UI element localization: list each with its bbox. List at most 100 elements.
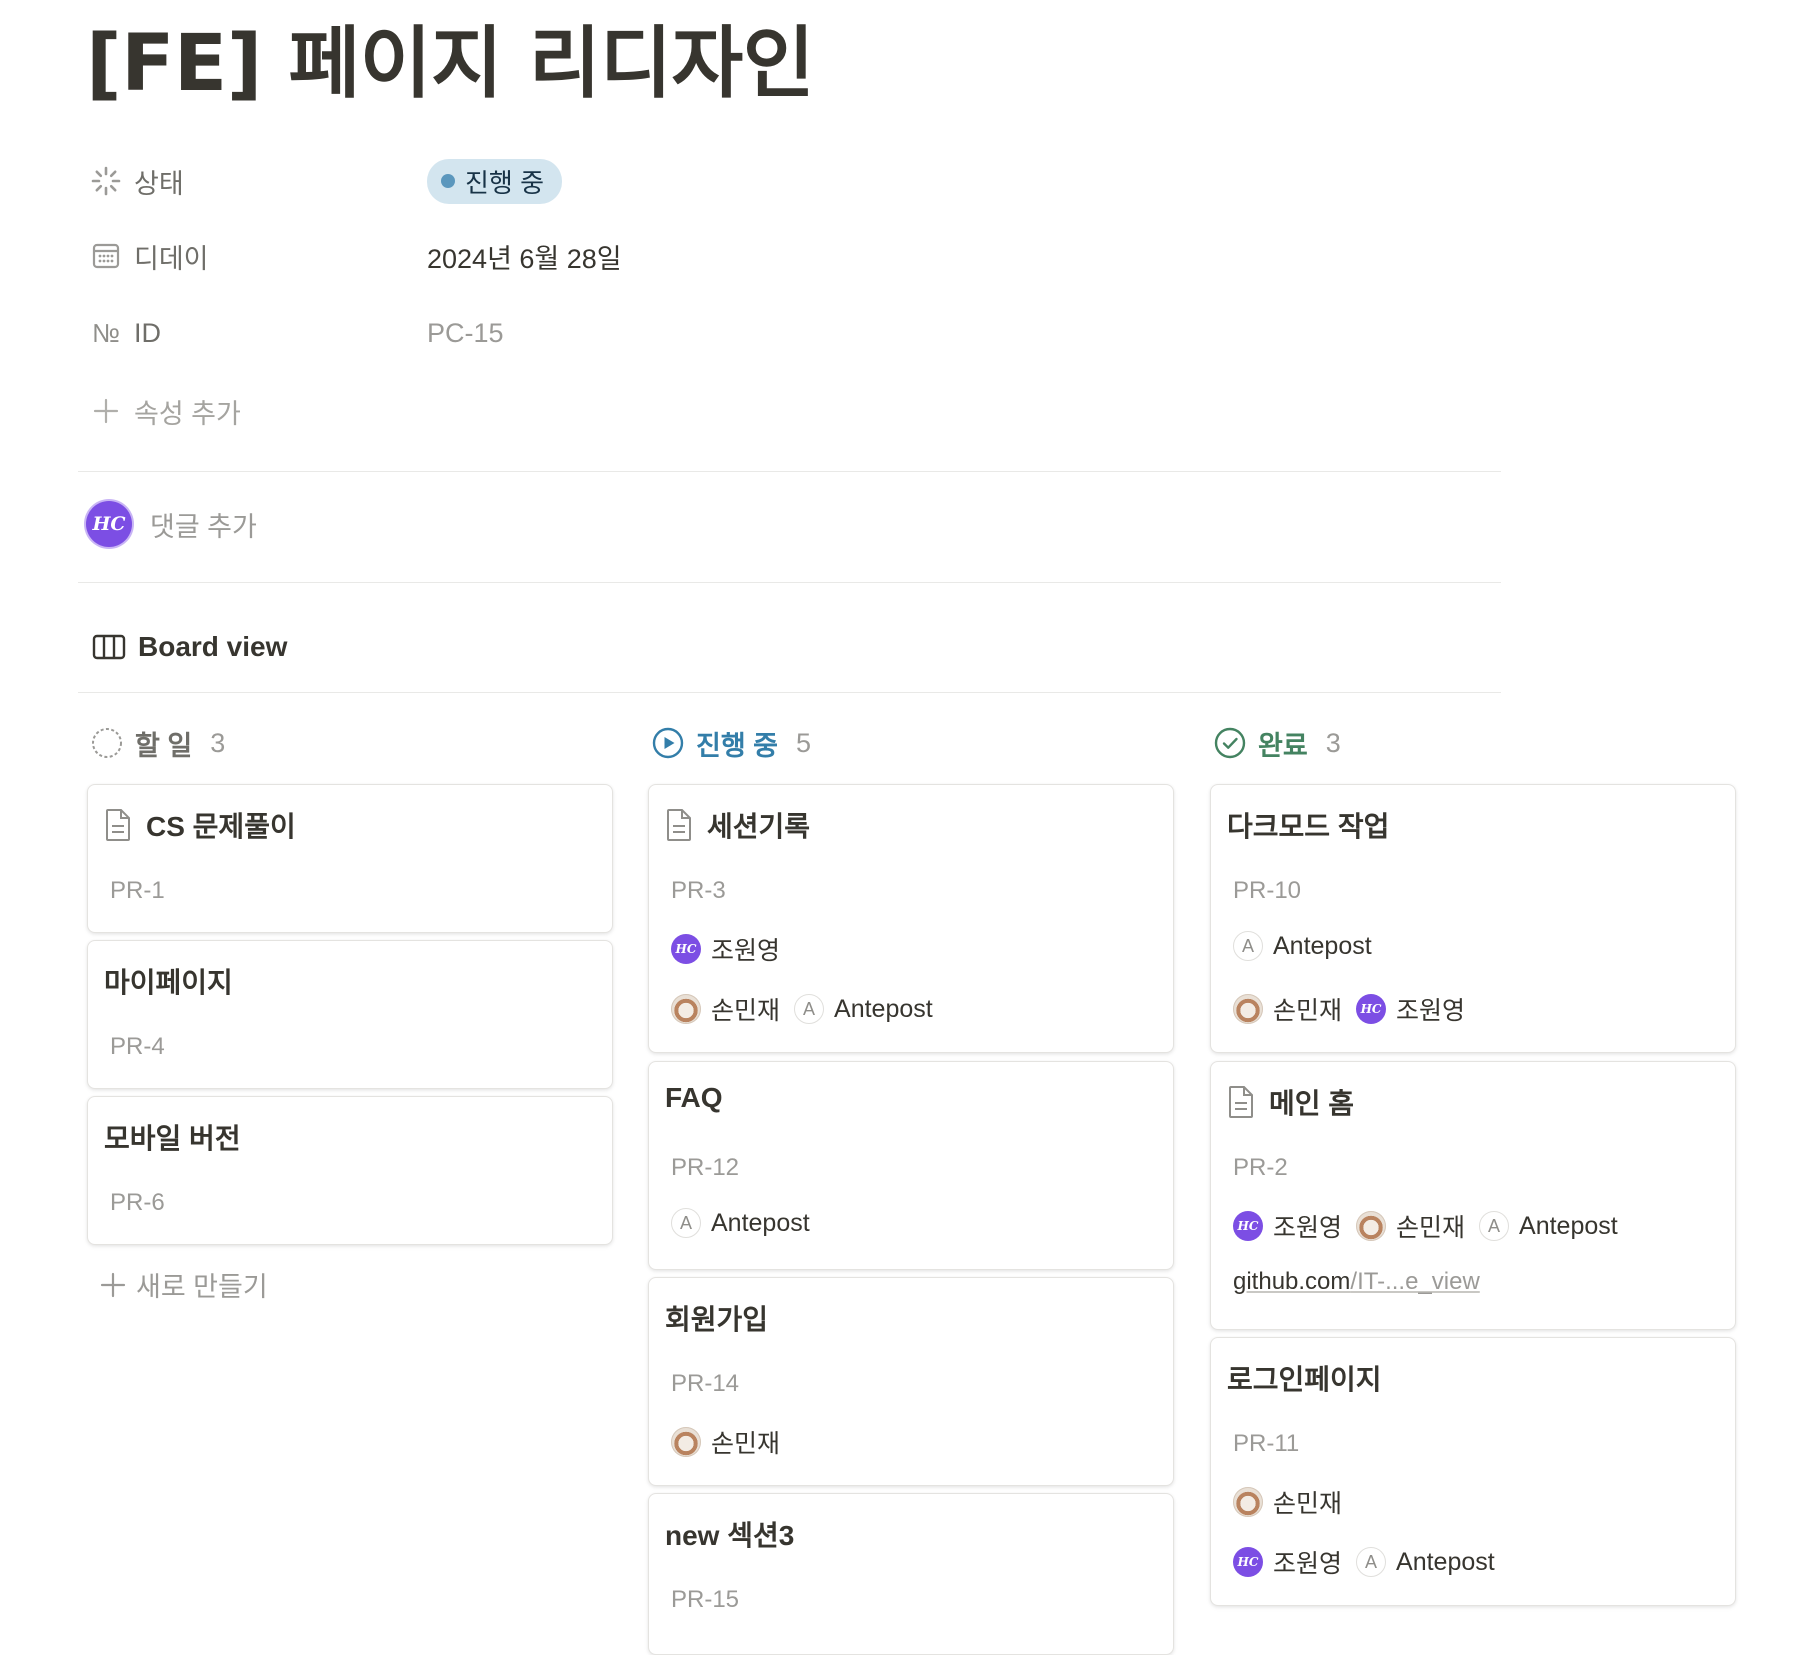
divider: [78, 692, 1501, 693]
column-count: 3: [1325, 727, 1341, 758]
card-id: PR-12: [671, 1154, 740, 1181]
person-chip[interactable]: 손민재: [1233, 991, 1342, 1027]
divider: [78, 471, 1501, 472]
card-title: FAQ: [665, 1082, 723, 1113]
column-name: 진행 중: [696, 730, 779, 761]
property-due-label: 디데이: [134, 243, 209, 274]
assignee-row: A Antepost: [671, 1208, 824, 1238]
column-header-done[interactable]: 완료 3: [1210, 718, 1736, 768]
card-id: PR-11: [1233, 1430, 1300, 1457]
property-due-row: 디데이 2024년 6월 28일: [86, 234, 1486, 278]
property-id-value: PC-15: [427, 317, 504, 348]
property-status-label: 상태: [134, 168, 184, 199]
person-chip[interactable]: HC 조원영: [1233, 1208, 1342, 1244]
person-chip[interactable]: A Antepost: [671, 1208, 810, 1238]
todo-circle-icon: [91, 727, 123, 759]
person-name: 손민재: [1273, 1490, 1343, 1518]
person-name: Antepost: [1273, 931, 1372, 960]
board-card[interactable]: 마이페이지 PR-4: [87, 940, 613, 1089]
person-chip[interactable]: A Antepost: [1479, 1211, 1618, 1241]
person-chip[interactable]: 손민재: [671, 1424, 780, 1460]
person-chip[interactable]: A Antepost: [794, 994, 933, 1024]
person-chip[interactable]: HC 조원영: [1356, 991, 1465, 1027]
property-id-row: № ID PC-15: [86, 311, 1486, 355]
status-dot-icon: [441, 174, 455, 188]
column-header-in-progress[interactable]: 진행 중 5: [648, 718, 1174, 768]
avatar: HC: [1356, 994, 1387, 1024]
board-card[interactable]: 메인 홈 PR-2 HC 조원영 손민재 A Antepost github.com…: [1210, 1061, 1736, 1330]
assignee-row: 손민재 HC 조원영: [1233, 991, 1479, 1027]
new-card-button[interactable]: 새로 만들기: [100, 1265, 268, 1304]
assignee-row: 손민재: [1233, 1484, 1356, 1520]
person-chip[interactable]: HC 조원영: [1233, 1544, 1342, 1580]
comment-row[interactable]: HC 댓글 추가: [86, 501, 257, 547]
play-circle-icon: [652, 727, 684, 759]
board-card[interactable]: 모바일 버전 PR-6: [87, 1096, 613, 1245]
board-column-todo: 할 일 3 CS 문제풀이 PR-1 마이페이지 PR-4 모바일 버전 PR-…: [87, 718, 613, 1245]
property-status-row: 상태 진행 중: [86, 158, 1486, 204]
person-name: Antepost: [711, 1208, 810, 1237]
board-card[interactable]: 세션기록 PR-3 HC 조원영 손민재 A Antepost: [648, 784, 1174, 1053]
property-status-value[interactable]: 진행 중: [427, 158, 562, 204]
card-id: PR-2: [1233, 1154, 1288, 1181]
board-card[interactable]: new 섹션3 PR-15: [648, 1493, 1174, 1655]
avatar: A: [671, 1208, 701, 1238]
board-card[interactable]: FAQ PR-12 A Antepost: [648, 1061, 1174, 1270]
link-host: github.com: [1233, 1268, 1351, 1295]
card-id: PR-15: [671, 1586, 740, 1613]
card-title: 다크모드 작업: [1227, 811, 1390, 842]
document-icon: [665, 808, 693, 842]
add-property-row[interactable]: 속성 추가: [86, 389, 1486, 433]
avatar: A: [794, 994, 825, 1024]
person-name: 손민재: [1396, 1214, 1466, 1242]
card-title: 로그인페이지: [1227, 1364, 1382, 1395]
board-card[interactable]: 회원가입 PR-14 손민재: [648, 1277, 1174, 1486]
avatar: [671, 994, 701, 1024]
page-title[interactable]: [FE] 페이지 리디자인: [86, 21, 815, 108]
board-card[interactable]: 로그인페이지 PR-11 손민재 HC 조원영 A Antepost: [1210, 1337, 1736, 1606]
github-link[interactable]: github.com/IT-...e_view: [1233, 1268, 1480, 1296]
assignee-row: HC 조원영 손민재 A Antepost: [1233, 1208, 1632, 1244]
link-path: /IT-...e_view: [1350, 1268, 1480, 1295]
comment-input[interactable]: 댓글 추가: [150, 505, 257, 544]
avatar: A: [1479, 1211, 1510, 1241]
column-name: 할 일: [135, 730, 193, 761]
status-badge[interactable]: 진행 중: [427, 158, 562, 204]
person-chip[interactable]: A Antepost: [1356, 1547, 1495, 1577]
card-title: new 섹션3: [665, 1520, 795, 1551]
card-id: PR-1: [110, 877, 165, 904]
column-count: 3: [210, 727, 226, 758]
status-badge-label: 진행 중: [465, 167, 544, 198]
card-title: 마이페이지: [104, 967, 233, 998]
board-view-tab[interactable]: Board view: [92, 631, 287, 663]
board-view-label: Board view: [138, 631, 288, 662]
avatar: [671, 1427, 701, 1457]
person-chip[interactable]: 손민재: [1356, 1208, 1465, 1244]
plus-icon: [86, 391, 126, 431]
assignee-row: HC 조원영: [671, 931, 794, 967]
person-chip[interactable]: HC 조원영: [671, 931, 780, 967]
person-name: 조원영: [1273, 1214, 1343, 1242]
board-card[interactable]: 다크모드 작업 PR-10 A Antepost 손민재 HC 조원영: [1210, 784, 1736, 1053]
avatar: HC: [1233, 1547, 1263, 1577]
card-title: 모바일 버전: [104, 1123, 241, 1154]
person-chip[interactable]: 손민재: [671, 991, 780, 1027]
property-id-name[interactable]: № ID: [86, 313, 427, 353]
property-due-name[interactable]: 디데이: [86, 236, 427, 276]
property-due-value[interactable]: 2024년 6월 28일: [427, 237, 622, 276]
avatar: HC: [1233, 1211, 1263, 1241]
person-name: Antepost: [1396, 1547, 1495, 1576]
column-header-todo[interactable]: 할 일 3: [87, 718, 613, 768]
person-name: 조원영: [1273, 1550, 1343, 1578]
board-column-in-progress: 진행 중 5 세션기록 PR-3 HC 조원영 손민재 A Antepost FAQ…: [648, 718, 1174, 1655]
person-name: 조원영: [711, 937, 781, 965]
avatar: A: [1233, 931, 1263, 961]
person-chip[interactable]: A Antepost: [1233, 931, 1372, 961]
person-chip[interactable]: 손민재: [1233, 1484, 1342, 1520]
add-property-button[interactable]: 속성 추가: [86, 391, 427, 431]
card-title: 세션기록: [707, 811, 811, 842]
board-card[interactable]: CS 문제풀이 PR-1: [87, 784, 613, 933]
property-status-name[interactable]: 상태: [86, 161, 427, 201]
board-view-icon: [92, 633, 126, 661]
assignee-row: HC 조원영 A Antepost: [1233, 1544, 1509, 1580]
